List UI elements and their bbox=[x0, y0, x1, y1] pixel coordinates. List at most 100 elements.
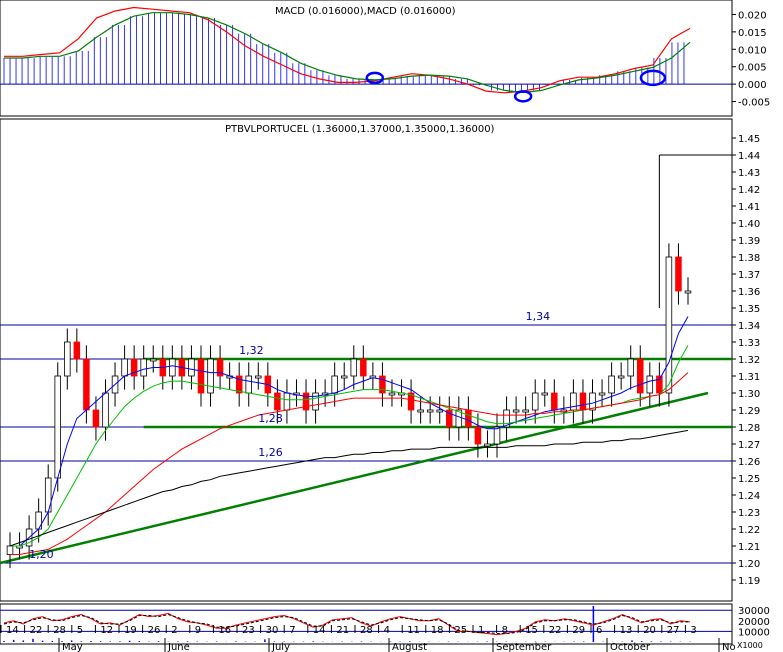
price-ytick-label: 1.23 bbox=[738, 508, 760, 519]
day-label: 22 bbox=[30, 625, 43, 636]
day-label: 8 bbox=[502, 625, 508, 636]
price-level-label: 1,34 bbox=[526, 310, 551, 323]
month-label: October bbox=[610, 642, 651, 652]
price-ytick-label: 1.28 bbox=[738, 423, 760, 434]
price-ytick-label: 1.36 bbox=[738, 287, 760, 298]
candle-down bbox=[579, 392, 587, 411]
candle-up bbox=[617, 375, 625, 379]
price-ytick-label: 1.35 bbox=[738, 304, 760, 315]
stock-chart: MACD (0.016000),MACD (0.016000) PTBVLPOR… bbox=[0, 0, 770, 652]
candle-up bbox=[35, 511, 42, 530]
month-label: May bbox=[62, 642, 83, 652]
candle-down bbox=[474, 426, 482, 445]
price-ytick-label: 1.45 bbox=[738, 134, 760, 145]
candle-up bbox=[417, 409, 424, 413]
candle-up bbox=[283, 392, 291, 411]
macd-ytick-label: 0.000 bbox=[738, 80, 767, 91]
price-ytick-label: 1.38 bbox=[738, 253, 760, 264]
macd-ytick-label: 0.010 bbox=[738, 45, 767, 56]
day-label: 12 bbox=[100, 625, 113, 636]
day-label: 9 bbox=[195, 625, 201, 636]
candle-up bbox=[121, 358, 128, 377]
price-ytick-label: 1.24 bbox=[738, 491, 760, 502]
price-ytick-label: 1.27 bbox=[738, 440, 760, 451]
price-ytick-label: 1.44 bbox=[738, 151, 760, 162]
day-label: 6 bbox=[596, 625, 602, 636]
macd-title: MACD (0.016000),MACD (0.016000) bbox=[275, 6, 456, 17]
day-label: 4 bbox=[384, 625, 390, 636]
candle-up bbox=[6, 545, 14, 555]
price-ytick-label: 1.39 bbox=[738, 236, 760, 247]
candle-up bbox=[255, 375, 262, 379]
moving-average-line-3 bbox=[9, 429, 689, 547]
candle-up bbox=[436, 409, 443, 413]
price-ytick-label: 1.41 bbox=[738, 202, 760, 213]
moving-average-line-2 bbox=[10, 372, 689, 555]
price-ytick-label: 1.22 bbox=[738, 525, 760, 536]
day-label: 26 bbox=[148, 625, 161, 636]
candle-up bbox=[140, 358, 147, 377]
candle-up bbox=[426, 409, 434, 413]
day-label: 28 bbox=[360, 625, 373, 636]
candle-up bbox=[665, 256, 673, 394]
day-label: 27 bbox=[667, 625, 680, 636]
month-label: No bbox=[722, 642, 736, 652]
day-label: 14 bbox=[313, 625, 326, 636]
candle-up bbox=[627, 358, 634, 377]
day-label: 22 bbox=[549, 625, 562, 636]
candle-up bbox=[64, 341, 71, 377]
candle-up bbox=[207, 358, 214, 394]
day-label: 7 bbox=[289, 625, 295, 636]
macd-plot: 0.020 0.015 0.010 0.005 0.000 -0.005 bbox=[0, 6, 770, 109]
volume-ytick-label: 30000 bbox=[738, 606, 770, 617]
candle-up bbox=[245, 375, 252, 394]
day-label: 28 bbox=[53, 625, 66, 636]
candle-up bbox=[54, 375, 62, 479]
macd-marker-ellipse bbox=[365, 71, 385, 85]
day-label: 3 bbox=[690, 625, 696, 636]
day-label: 14 bbox=[6, 625, 19, 636]
candle-up bbox=[102, 392, 109, 428]
candle-up bbox=[188, 358, 195, 377]
candle-up bbox=[531, 392, 539, 411]
candle-down bbox=[83, 358, 90, 411]
day-label: 29 bbox=[572, 625, 585, 636]
candle-up bbox=[493, 426, 501, 445]
price-plot: 1,34 1,32 1,28 1,26 1,20 1.45 1.44 1.43 1.42 1.41… bbox=[0, 134, 760, 587]
day-label: 25 bbox=[454, 625, 467, 636]
date-axis: 14 22 28 5 12 19 26 2 9 16 23 30 7 14 21 28 4 11 18 25 1 8 15 2… bbox=[0, 625, 736, 652]
day-label: 16 bbox=[218, 625, 231, 636]
month-label: June bbox=[167, 642, 190, 652]
candle-up bbox=[608, 375, 615, 394]
macd-ytick-label: -0.005 bbox=[738, 98, 770, 109]
day-label: 18 bbox=[431, 625, 444, 636]
candle-up bbox=[512, 409, 520, 413]
price-ytick-label: 1.34 bbox=[738, 321, 760, 332]
day-label: 20 bbox=[643, 625, 656, 636]
price-ytick-label: 1.26 bbox=[738, 457, 760, 468]
candle-up bbox=[646, 375, 654, 394]
candle-up bbox=[541, 392, 549, 396]
macd-ytick-label: 0.015 bbox=[738, 28, 767, 39]
day-label: 11 bbox=[407, 625, 420, 636]
candle-up bbox=[331, 375, 338, 394]
macd-ytick-label: 0.005 bbox=[738, 63, 767, 74]
price-level-label: 1,28 bbox=[258, 412, 283, 425]
candle-up bbox=[522, 409, 529, 413]
candle-up bbox=[340, 375, 348, 379]
price-ytick-label: 1.32 bbox=[738, 355, 760, 366]
candle-up bbox=[388, 392, 396, 396]
macd-marker-ellipse bbox=[639, 69, 667, 87]
price-title: PTBVLPORTUCEL (1.36000,1.37000,1.35000,1… bbox=[225, 124, 495, 135]
candle-up bbox=[44, 477, 52, 513]
moving-average-line-0 bbox=[10, 316, 689, 547]
candle-down bbox=[274, 392, 281, 411]
candle-down bbox=[551, 392, 558, 411]
volume-ytick-label: 20000 bbox=[738, 617, 770, 628]
day-label: 21 bbox=[336, 625, 349, 636]
price-ytick-label: 1.37 bbox=[738, 270, 760, 281]
day-label: 13 bbox=[620, 625, 633, 636]
price-level-label: 1,20 bbox=[29, 548, 54, 561]
price-level-label: 1,32 bbox=[239, 344, 264, 357]
moving-average-line-1 bbox=[10, 345, 689, 547]
